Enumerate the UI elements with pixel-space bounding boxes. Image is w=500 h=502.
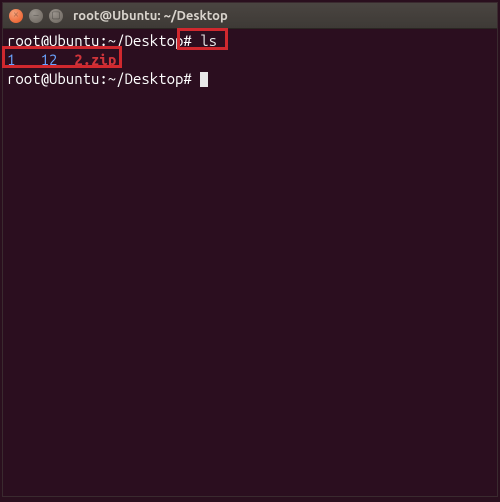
- file-item: 12: [41, 51, 58, 68]
- command-text: [192, 70, 200, 87]
- close-icon[interactable]: ×: [9, 9, 23, 23]
- maximize-icon[interactable]: ▢: [49, 9, 63, 23]
- file-item: 2.zip: [74, 51, 116, 68]
- command-text: ls: [192, 32, 217, 49]
- cursor-icon: [200, 72, 208, 87]
- prompt-text: root@Ubuntu:~/Desktop#: [7, 32, 192, 49]
- window-controls: × – ▢: [9, 9, 63, 23]
- window-title: root@Ubuntu: ~/Desktop: [73, 9, 228, 23]
- terminal-line: root@Ubuntu:~/Desktop#: [7, 69, 493, 88]
- terminal-line: root@Ubuntu:~/Desktop# ls: [7, 31, 493, 50]
- terminal-body[interactable]: root@Ubuntu:~/Desktop# ls 1 12 2.zip roo…: [3, 29, 497, 496]
- prompt-text: root@Ubuntu:~/Desktop#: [7, 70, 192, 87]
- terminal-line: 1 12 2.zip: [7, 50, 493, 69]
- spacer: [57, 51, 74, 68]
- terminal-window: × – ▢ root@Ubuntu: ~/Desktop root@Ubuntu…: [2, 2, 498, 497]
- minimize-icon[interactable]: –: [29, 9, 43, 23]
- spacer: [15, 51, 40, 68]
- titlebar[interactable]: × – ▢ root@Ubuntu: ~/Desktop: [3, 3, 497, 29]
